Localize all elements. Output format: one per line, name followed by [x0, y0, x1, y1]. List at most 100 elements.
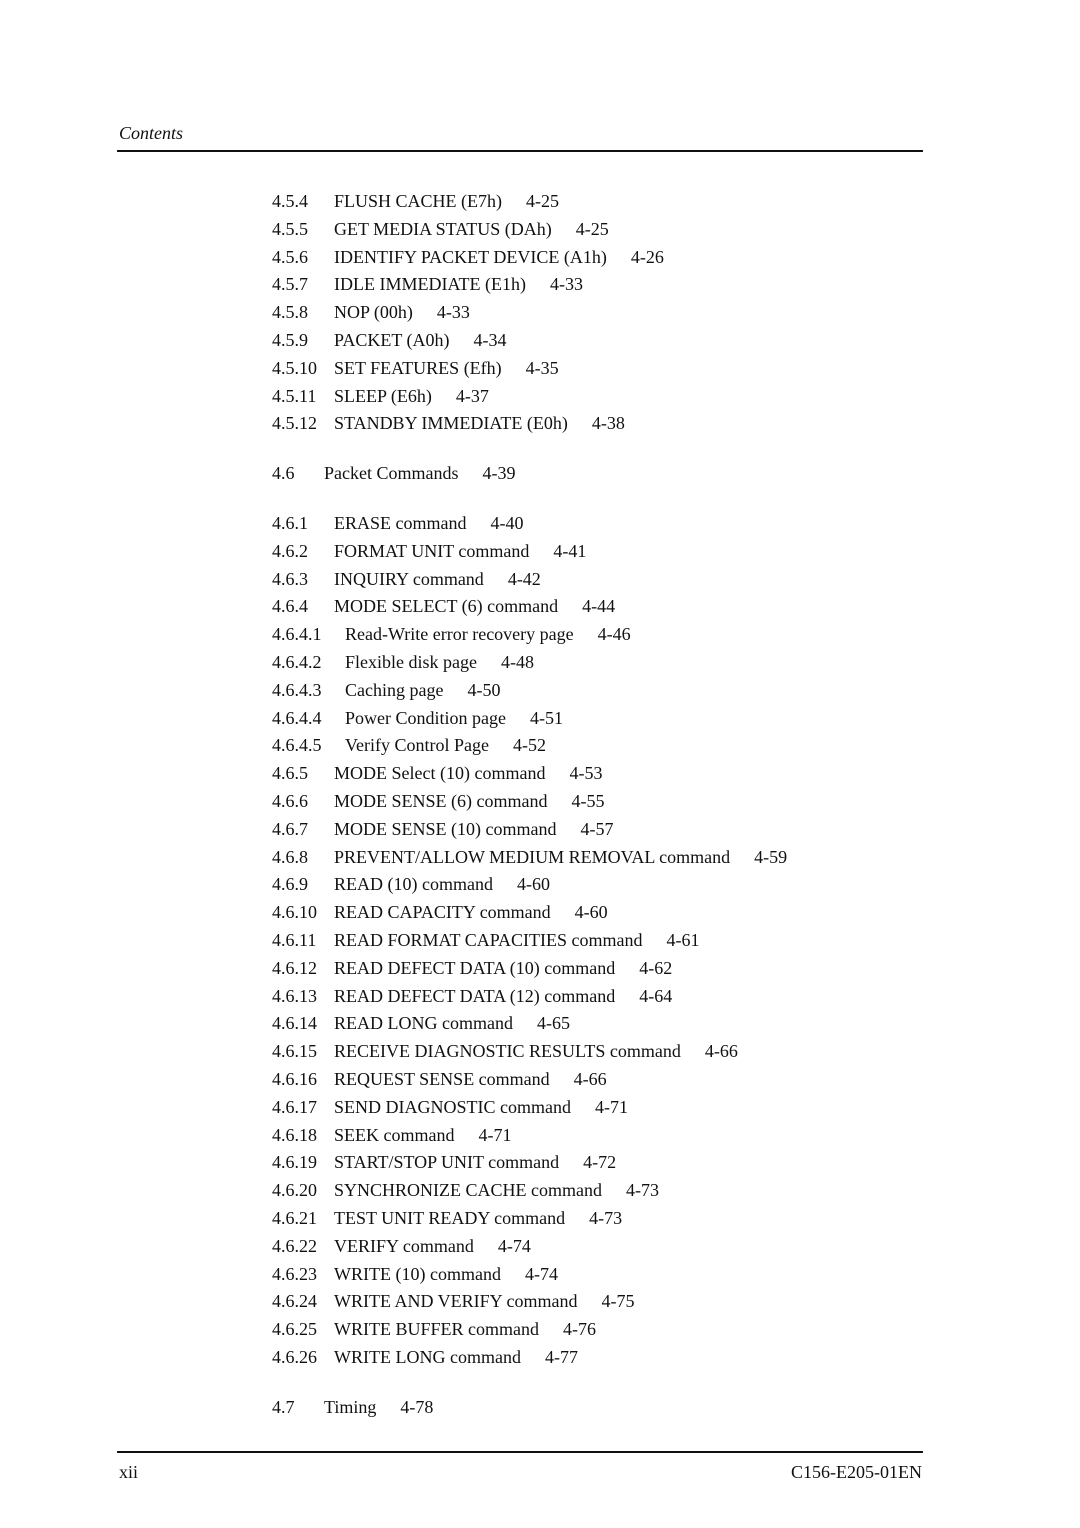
- toc-entry-title[interactable]: ERASE command: [334, 513, 467, 533]
- toc-entry-title[interactable]: Packet Commands: [324, 463, 458, 483]
- toc-entry-page[interactable]: 4-38: [592, 413, 625, 433]
- toc-entry-page[interactable]: 4-25: [526, 191, 559, 211]
- toc-entry-title[interactable]: WRITE AND VERIFY command: [334, 1291, 577, 1311]
- toc-entry-page[interactable]: 4-26: [631, 247, 664, 267]
- toc-entry-page[interactable]: 4-55: [571, 791, 604, 811]
- toc-entry-page[interactable]: 4-33: [437, 302, 470, 322]
- toc-entry-title[interactable]: WRITE LONG command: [334, 1347, 521, 1367]
- toc-entry-page[interactable]: 4-64: [639, 986, 672, 1006]
- toc-entry-page[interactable]: 4-25: [576, 219, 609, 239]
- toc-entry-title[interactable]: TEST UNIT READY command: [334, 1208, 565, 1228]
- toc-entry-page[interactable]: 4-52: [513, 735, 546, 755]
- toc-entry-title[interactable]: Read-Write error recovery page: [345, 624, 574, 644]
- toc-entry-page[interactable]: 4-48: [501, 652, 534, 672]
- toc-entry-title-group: Verify Control Page 4-52: [345, 734, 546, 756]
- toc-entry-number: 4.6.25: [272, 1319, 317, 1340]
- toc-entry-number: 4.5.9: [272, 330, 308, 350]
- toc-entry-page[interactable]: 4-42: [508, 569, 541, 589]
- toc-entry-title[interactable]: RECEIVE DIAGNOSTIC RESULTS command: [334, 1041, 681, 1061]
- toc-entry-number: 4.6.4.3: [272, 679, 322, 700]
- toc-entry-title[interactable]: SYNCHRONIZE CACHE command: [334, 1180, 602, 1200]
- toc-entry-number: 4.6.4.2: [272, 652, 322, 672]
- toc-entry-number: 4.6.19: [272, 1152, 317, 1173]
- toc-entry-page[interactable]: 4-37: [456, 386, 489, 406]
- toc-entry-title-group: MODE SENSE (6) command 4-55: [334, 790, 604, 812]
- toc-entry-number: 4.6.8: [272, 846, 308, 867]
- toc-entry-page[interactable]: 4-75: [601, 1291, 634, 1311]
- toc-entry-title[interactable]: MODE SENSE (10) command: [334, 819, 556, 839]
- toc-entry-title[interactable]: START/STOP UNIT command: [334, 1152, 559, 1172]
- toc-entry-title-group: IDENTIFY PACKET DEVICE (A1h) 4-26: [334, 246, 664, 268]
- toc-entry-title[interactable]: NOP (00h): [334, 302, 413, 322]
- toc-entry-title[interactable]: INQUIRY command: [334, 569, 484, 589]
- toc-entry-page[interactable]: 4-41: [553, 541, 586, 561]
- toc-entry-number: 4.7: [272, 1396, 295, 1417]
- toc-entry-title[interactable]: WRITE (10) command: [334, 1264, 501, 1284]
- toc-entry-page[interactable]: 4-60: [517, 874, 550, 894]
- toc-entry-page[interactable]: 4-44: [582, 596, 615, 616]
- toc-entry-number: 4.6.15: [272, 1041, 317, 1062]
- toc-entry-page[interactable]: 4-74: [525, 1264, 558, 1284]
- toc-entry-title[interactable]: READ LONG command: [334, 1013, 513, 1033]
- toc-entry-title[interactable]: WRITE BUFFER command: [334, 1319, 539, 1339]
- toc-entry-title[interactable]: READ (10) command: [334, 874, 493, 894]
- toc-entry-title[interactable]: MODE SELECT (6) command: [334, 596, 558, 616]
- toc-entry-page[interactable]: 4-50: [467, 680, 500, 700]
- toc-entry-page[interactable]: 4-35: [526, 358, 559, 378]
- toc-entry-title[interactable]: SLEEP (E6h): [334, 386, 432, 406]
- toc-entry-number: 4.6.17: [272, 1096, 317, 1117]
- toc-entry-title[interactable]: STANDBY IMMEDIATE (E0h): [334, 413, 568, 433]
- toc-entry-title[interactable]: SEEK command: [334, 1125, 454, 1145]
- toc-entry-title-group: FORMAT UNIT command 4-41: [334, 540, 586, 562]
- toc-entry-page[interactable]: 4-66: [705, 1041, 738, 1061]
- toc-entry-title[interactable]: REQUEST SENSE command: [334, 1069, 550, 1089]
- toc-entry-page[interactable]: 4-77: [545, 1347, 578, 1367]
- toc-entry-page[interactable]: 4-53: [569, 763, 602, 783]
- toc-entry-title-group: WRITE LONG command 4-77: [334, 1346, 578, 1368]
- toc-entry-title-group: READ LONG command 4-65: [334, 1012, 570, 1034]
- toc-entry-page[interactable]: 4-40: [491, 513, 524, 533]
- toc-entry-title[interactable]: SEND DIAGNOSTIC command: [334, 1097, 571, 1117]
- toc-entry-page[interactable]: 4-39: [482, 463, 515, 483]
- toc-entry-page[interactable]: 4-71: [478, 1125, 511, 1145]
- toc-entry-title[interactable]: Power Condition page: [345, 708, 506, 728]
- toc-entry-page[interactable]: 4-71: [595, 1097, 628, 1117]
- toc-entry-title[interactable]: PACKET (A0h): [334, 330, 450, 350]
- toc-entry-title[interactable]: MODE SENSE (6) command: [334, 791, 547, 811]
- toc-entry-page[interactable]: 4-33: [550, 274, 583, 294]
- toc-entry-page[interactable]: 4-74: [498, 1236, 531, 1256]
- toc-entry-title[interactable]: Verify Control Page: [345, 735, 489, 755]
- toc-entry-title[interactable]: VERIFY command: [334, 1236, 474, 1256]
- toc-entry-page[interactable]: 4-76: [563, 1319, 596, 1339]
- toc-entry-page[interactable]: 4-78: [400, 1397, 433, 1417]
- toc-entry-page[interactable]: 4-59: [754, 847, 787, 867]
- toc-entry-page[interactable]: 4-66: [574, 1069, 607, 1089]
- toc-entry-title[interactable]: FORMAT UNIT command: [334, 541, 529, 561]
- toc-entry-title[interactable]: Flexible disk page: [345, 652, 477, 672]
- toc-entry-title[interactable]: Timing: [324, 1397, 376, 1417]
- toc-entry-page[interactable]: 4-72: [583, 1152, 616, 1172]
- toc-entry-page[interactable]: 4-34: [474, 330, 507, 350]
- toc-entry-title[interactable]: IDENTIFY PACKET DEVICE (A1h): [334, 247, 607, 267]
- toc-entry-title[interactable]: READ FORMAT CAPACITIES command: [334, 930, 643, 950]
- toc-entry-title[interactable]: PREVENT/ALLOW MEDIUM REMOVAL command: [334, 847, 730, 867]
- toc-entry-title[interactable]: MODE Select (10) command: [334, 763, 545, 783]
- toc-entry-number: 4.5.11: [272, 385, 317, 406]
- toc-entry-page[interactable]: 4-73: [589, 1208, 622, 1228]
- toc-entry-page[interactable]: 4-46: [598, 624, 631, 644]
- toc-entry-page[interactable]: 4-51: [530, 708, 563, 728]
- toc-entry-title[interactable]: FLUSH CACHE (E7h): [334, 191, 502, 211]
- toc-entry-page[interactable]: 4-62: [639, 958, 672, 978]
- toc-entry-title[interactable]: READ CAPACITY command: [334, 902, 551, 922]
- toc-entry-title[interactable]: IDLE IMMEDIATE (E1h): [334, 274, 526, 294]
- toc-entry-title[interactable]: SET FEATURES (Efh): [334, 358, 502, 378]
- toc-entry-page[interactable]: 4-73: [626, 1180, 659, 1200]
- toc-entry-page[interactable]: 4-61: [667, 930, 700, 950]
- toc-entry-page[interactable]: 4-57: [580, 819, 613, 839]
- toc-entry-page[interactable]: 4-60: [575, 902, 608, 922]
- toc-entry-page[interactable]: 4-65: [537, 1013, 570, 1033]
- toc-entry-title[interactable]: READ DEFECT DATA (10) command: [334, 958, 615, 978]
- toc-entry-title[interactable]: READ DEFECT DATA (12) command: [334, 986, 615, 1006]
- toc-entry-title[interactable]: GET MEDIA STATUS (DAh): [334, 219, 552, 239]
- toc-entry-title[interactable]: Caching page: [345, 680, 443, 700]
